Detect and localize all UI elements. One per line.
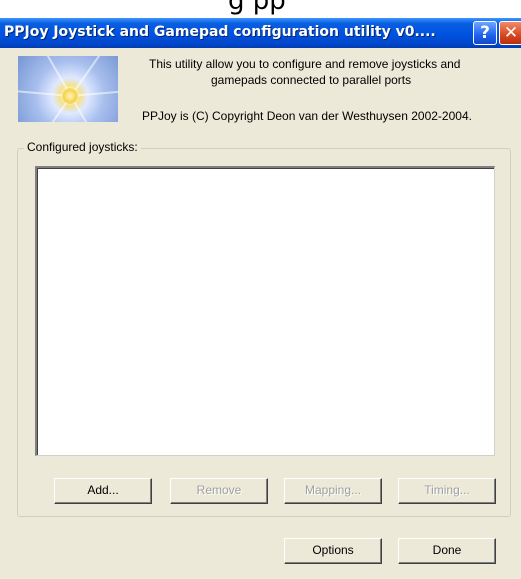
banner-line2: gamepads connected to parallel ports [211, 73, 412, 87]
options-button[interactable]: Options [284, 538, 382, 564]
done-button[interactable]: Done [398, 538, 496, 564]
dialog-body: This utility allow you to configure and … [0, 48, 521, 579]
sun-icon [62, 88, 78, 104]
timing-button[interactable]: Timing... [398, 478, 496, 504]
cropped-top-text-content: g pp [228, 0, 286, 16]
mapping-button[interactable]: Mapping... [284, 478, 382, 504]
help-icon[interactable]: ? [473, 21, 497, 45]
close-icon[interactable]: ✕ [499, 21, 521, 45]
cropped-top-text: g pp [0, 0, 521, 18]
joystick-list[interactable] [35, 166, 495, 456]
copyright-text: PPJoy is (C) Copyright Deon van der West… [142, 109, 472, 123]
remove-button[interactable]: Remove [170, 478, 268, 504]
banner-line1: This utility allow you to configure and … [149, 57, 461, 71]
title-bar[interactable]: PPJoy Joystick and Gamepad configuration… [0, 18, 521, 48]
add-button[interactable]: Add... [54, 478, 152, 504]
banner-image [18, 56, 118, 122]
window-title: PPJoy Joystick and Gamepad configuration… [4, 24, 436, 40]
group-label: Configured joysticks: [24, 140, 141, 154]
